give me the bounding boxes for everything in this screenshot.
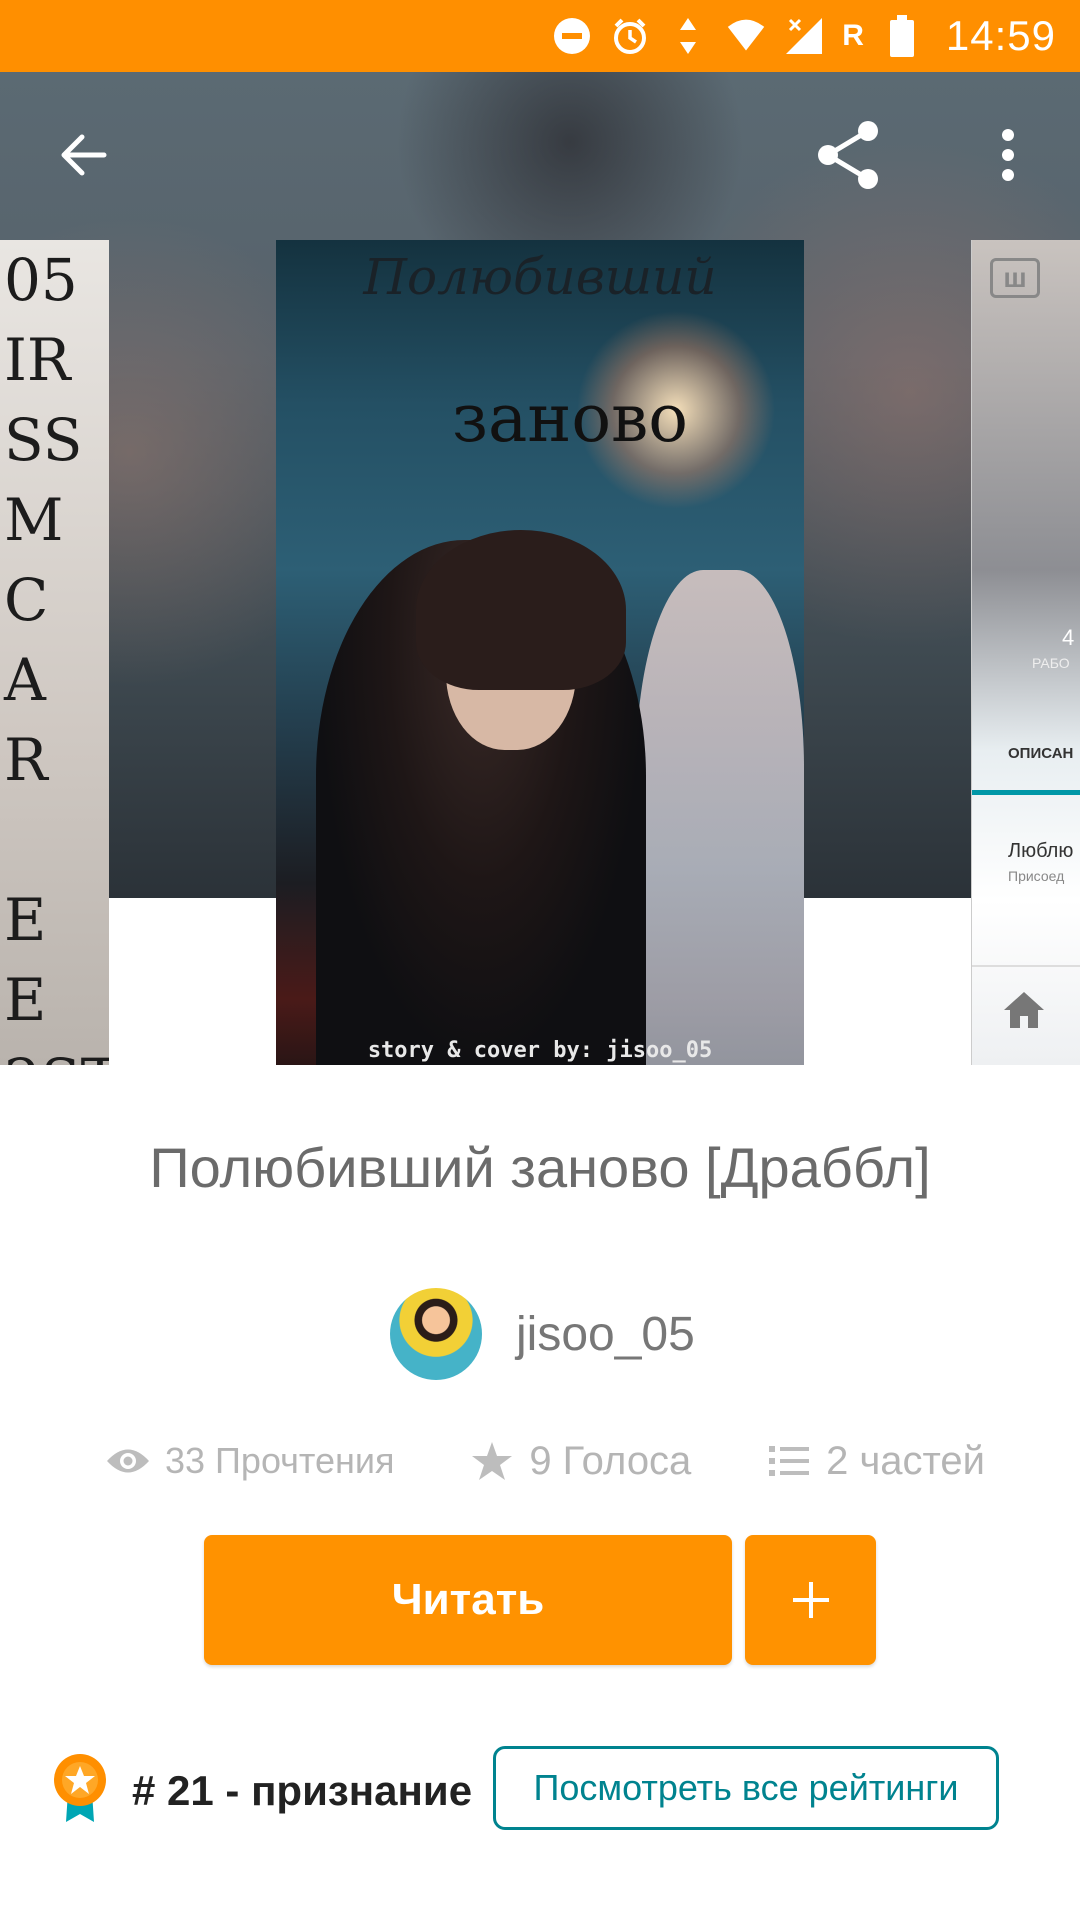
more-vert-icon <box>1002 129 1014 181</box>
reads-count: 33 Прочтения <box>165 1440 395 1481</box>
back-button[interactable] <box>44 115 124 195</box>
star-icon <box>469 1438 515 1484</box>
parts-count: 2 частей <box>826 1438 985 1483</box>
alarm-icon <box>610 16 650 56</box>
stat-reads: 33 Прочтения <box>105 1438 395 1484</box>
cover-left-text: 05 IR SS M C A R E E 2ST OM <box>4 246 109 1065</box>
plus-icon <box>792 1582 829 1618</box>
network-type-label: R <box>842 19 864 52</box>
cover-current-story[interactable]: Полюбивший заново story & cover by: jiso… <box>276 240 804 1065</box>
story-title: Полюбивший заново [Драббл] <box>149 1136 931 1199</box>
stat-votes: 9 Голоса <box>469 1438 691 1484</box>
do-not-disturb-icon <box>552 16 592 56</box>
cover-right-tab-underline <box>972 790 1080 795</box>
ranking-text: # 21 - признание <box>132 1766 473 1814</box>
cover-hair <box>416 530 626 690</box>
cover-right-tab: ОПИСАН <box>1008 745 1074 762</box>
cover-right-name: Люблю <box>1008 840 1074 862</box>
cover-figure-woman <box>636 570 804 1065</box>
cover-credit: story & cover by: jisoo_05 <box>367 1038 713 1063</box>
view-all-rankings-button[interactable]: Посмотреть все рейтинги <box>493 1746 999 1830</box>
battery-icon <box>882 15 922 57</box>
wifi-icon <box>726 16 766 56</box>
data-arrows-icon <box>668 16 708 56</box>
status-bar: R 14:59 <box>0 0 1080 72</box>
author-row[interactable]: jisoo_05 <box>390 1288 695 1380</box>
share-button[interactable] <box>810 115 890 195</box>
share-icon <box>818 121 878 189</box>
eye-icon <box>105 1438 151 1484</box>
back-arrow-icon <box>61 134 107 176</box>
stat-parts: 2 частей <box>766 1438 985 1484</box>
author-name[interactable]: jisoo_05 <box>516 1307 695 1362</box>
avatar[interactable] <box>390 1288 482 1380</box>
read-button[interactable]: Читать <box>204 1535 732 1665</box>
signal-icon <box>784 16 824 56</box>
cover-right-sublabel: РАБО <box>1032 655 1070 671</box>
add-to-library-button[interactable] <box>745 1535 876 1665</box>
ranking-row: # 21 - признание <box>52 1752 472 1829</box>
clock: 14:59 <box>945 12 1056 59</box>
cover-right-number: 4 <box>1062 625 1075 650</box>
cover-next-story[interactable]: ш 4 РАБО ОПИСАН Люблю Присоед <box>971 240 1080 1065</box>
wattpad-logo-icon: ш <box>990 258 1040 298</box>
home-icon <box>1002 990 1052 1030</box>
story-stats: 33 Прочтения 9 Голоса 2 частей <box>105 1438 985 1484</box>
cover-right-divider <box>972 965 1080 967</box>
cover-right-sub: Присоед <box>1008 868 1065 884</box>
list-icon <box>766 1438 812 1484</box>
more-options-button[interactable] <box>968 115 1048 195</box>
cover-previous-story[interactable]: 05 IR SS M C A R E E 2ST OM <box>0 240 109 1065</box>
cover-title-line1: Полюбивший <box>363 248 717 306</box>
votes-count: 9 Голоса <box>529 1438 692 1483</box>
cover-title-line2: заново <box>452 380 688 457</box>
award-medal-icon <box>52 1752 108 1829</box>
